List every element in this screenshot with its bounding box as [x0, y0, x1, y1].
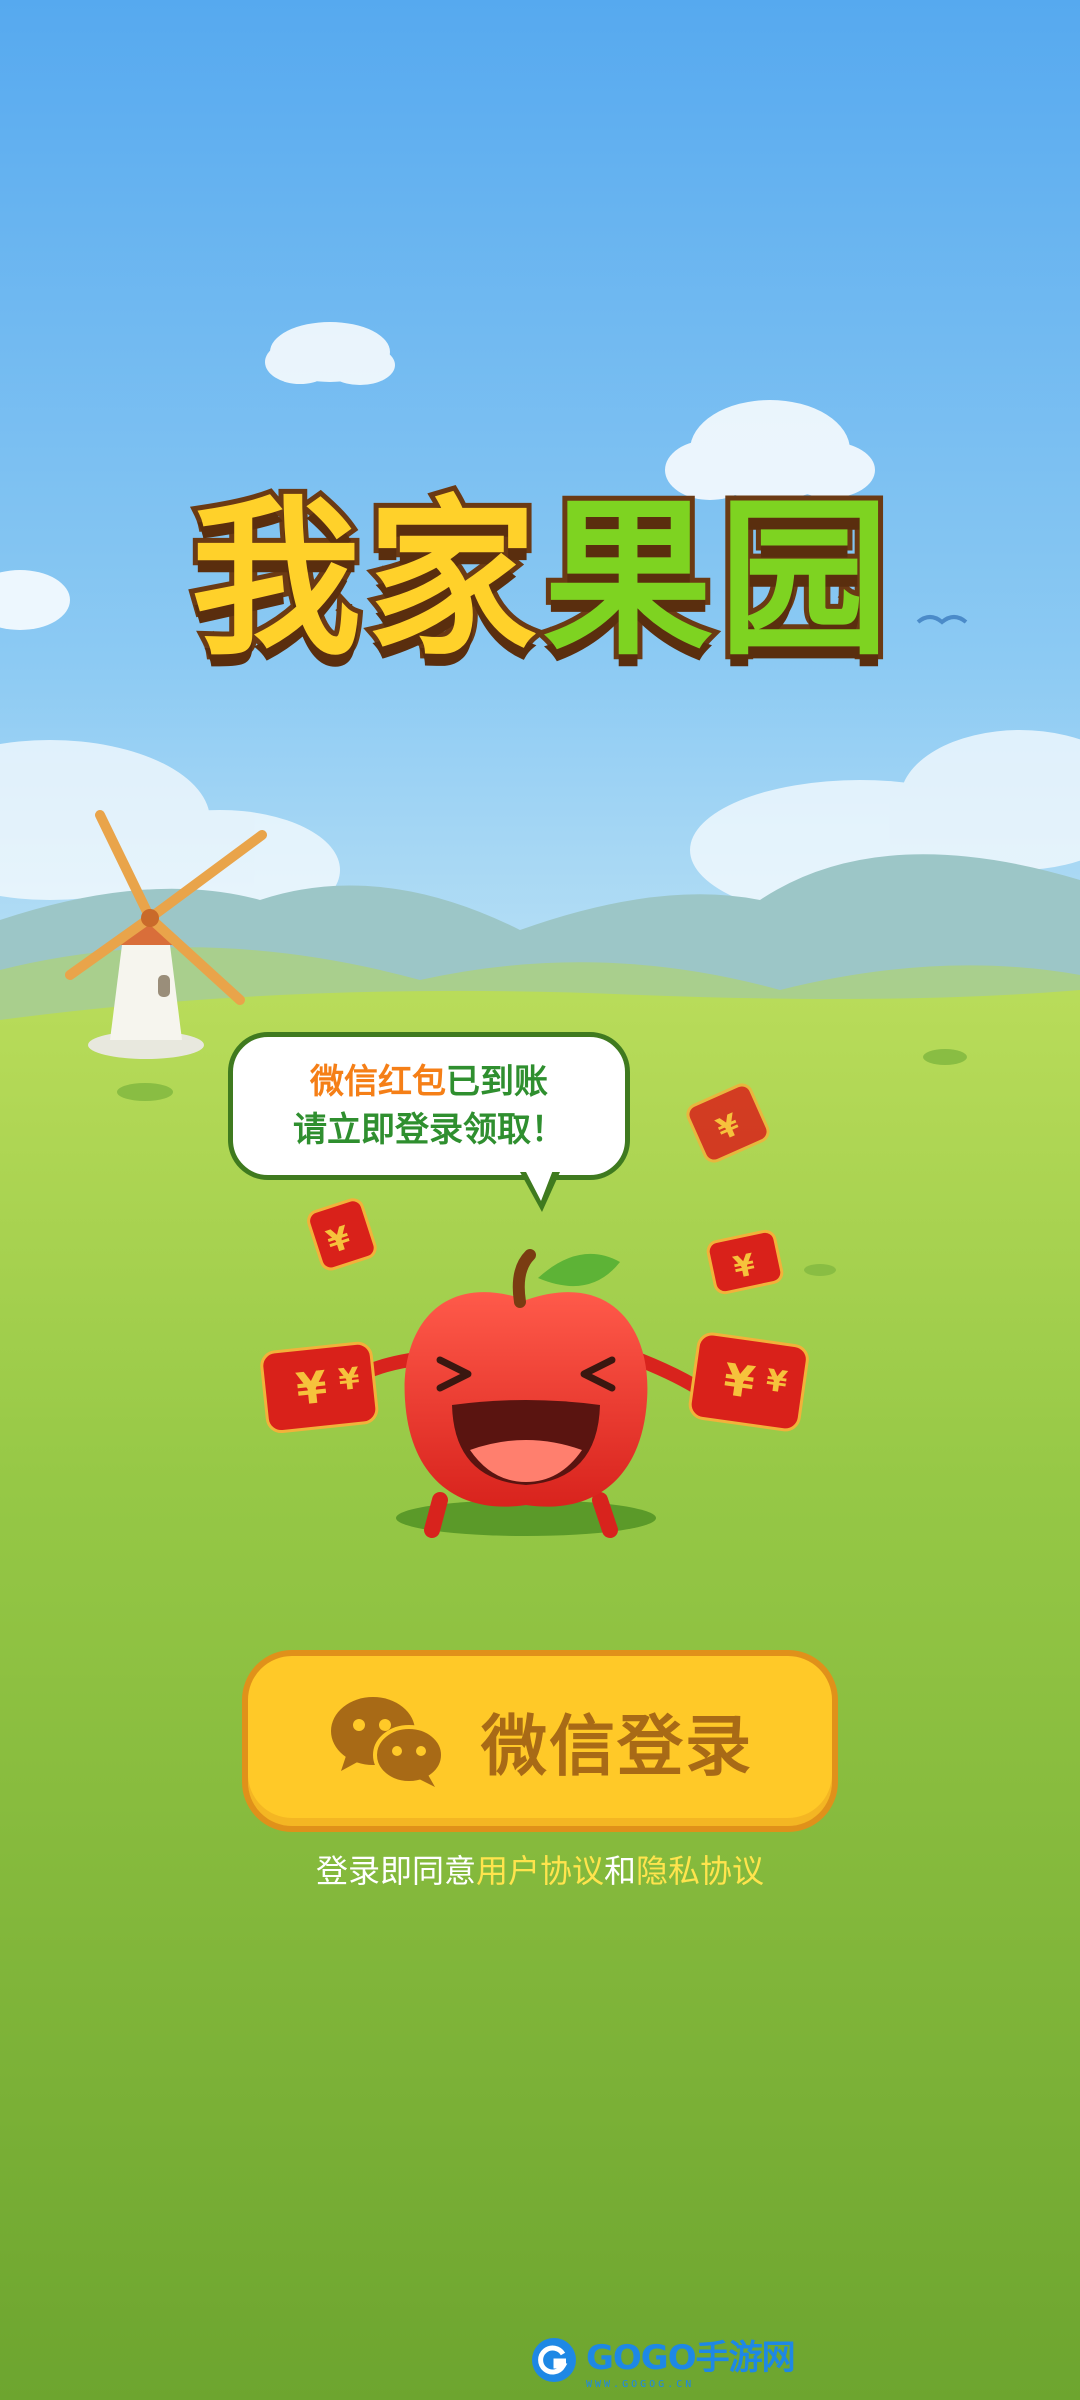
bubble-text: 已到账	[446, 1062, 548, 1102]
wechat-icon	[331, 1697, 445, 1787]
bubble-line-1: 微信红包已到账	[310, 1058, 548, 1106]
yuan-symbol: ¥	[294, 1362, 330, 1416]
watermark-subtext: WWW.GOGOG.CN	[586, 2379, 695, 2390]
wechat-login-label: 微信登录	[481, 1708, 753, 1785]
speech-bubble-tail-inner	[525, 1170, 553, 1201]
title-char: 果	[538, 481, 718, 679]
title-char: 园	[714, 481, 894, 679]
grass-patch	[117, 1083, 173, 1101]
gogo-logo-icon	[532, 2338, 576, 2382]
agreement-and: 和	[604, 1852, 637, 1890]
title-char: 家	[362, 481, 542, 679]
user-agreement-link[interactable]: 用户协议	[476, 1852, 604, 1890]
watermark-text: GOGO手游网	[586, 2338, 796, 2378]
grass-patch	[804, 1264, 836, 1276]
grass-patch	[923, 1049, 967, 1065]
bubble-highlight: 微信红包	[310, 1062, 446, 1102]
game-title-logo: 我 家 果 园	[180, 470, 900, 690]
bubble-line-2: 请立即登录领取！	[293, 1110, 565, 1150]
yuan-symbol: ¥	[337, 1361, 362, 1398]
agreement-text: 登录即同意用户协议和隐私协议	[0, 1846, 1080, 1892]
privacy-policy-link[interactable]: 隐私协议	[636, 1852, 764, 1890]
red-packet: ¥ ¥	[260, 1341, 379, 1434]
title-char: 我	[186, 481, 366, 679]
red-packet: ¥ ¥	[688, 1332, 809, 1432]
agreement-prefix: 登录即同意	[315, 1852, 476, 1890]
wechat-login-button[interactable]: 微信登录	[242, 1650, 838, 1832]
speech-bubble: 微信红包已到账 请立即登录领取！	[228, 1032, 630, 1180]
watermark: GOGO手游网 WWW.GOGOG.CN	[530, 2330, 796, 2390]
